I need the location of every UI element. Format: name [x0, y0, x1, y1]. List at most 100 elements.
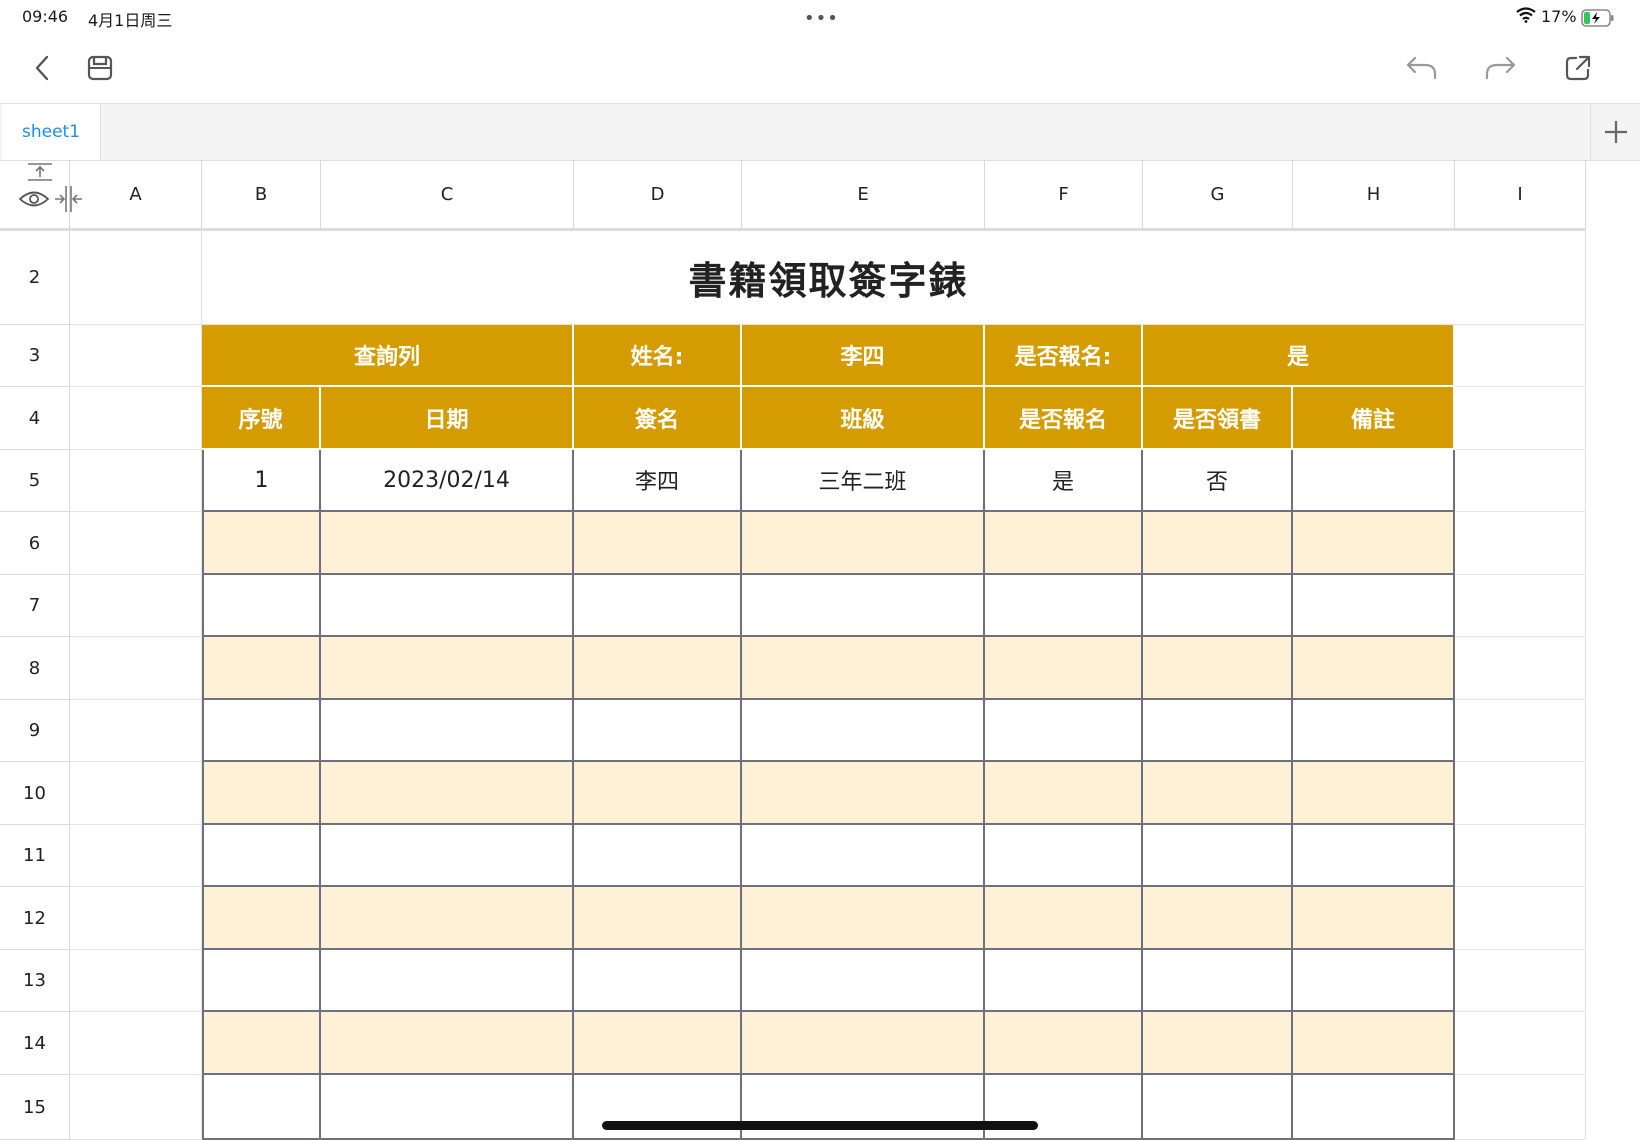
table-cell[interactable]	[321, 825, 574, 887]
empty-cell[interactable]	[1455, 231, 1586, 325]
redo-button[interactable]	[1480, 48, 1520, 88]
table-cell[interactable]	[321, 700, 574, 762]
table-cell[interactable]	[1143, 700, 1293, 762]
table-cell[interactable]: 2023/02/14	[321, 450, 574, 512]
table-cell[interactable]	[742, 700, 985, 762]
table-cell[interactable]	[742, 950, 985, 1012]
column-header-e[interactable]: E	[742, 160, 985, 228]
row-header[interactable]: 15	[0, 1075, 70, 1140]
tab-sheet1[interactable]: sheet1	[2, 104, 101, 160]
table-cell[interactable]	[1293, 950, 1455, 1012]
table-cell[interactable]	[742, 1012, 985, 1075]
row-header[interactable]: 12	[0, 887, 70, 950]
empty-cell[interactable]	[70, 825, 202, 887]
table-cell[interactable]	[1143, 1012, 1293, 1075]
table-cell[interactable]	[742, 825, 985, 887]
table-header-cell[interactable]: 簽名	[574, 387, 742, 450]
row-header[interactable]: 8	[0, 637, 70, 700]
row-header[interactable]: 7	[0, 575, 70, 637]
table-cell[interactable]	[1293, 762, 1455, 825]
registered-label-cell[interactable]: 是否報名:	[985, 325, 1143, 387]
row-header[interactable]: 14	[0, 1012, 70, 1075]
table-cell[interactable]	[742, 637, 985, 700]
table-cell[interactable]	[985, 825, 1143, 887]
table-cell[interactable]	[202, 887, 321, 950]
table-cell[interactable]	[321, 1075, 574, 1140]
table-cell[interactable]	[1143, 825, 1293, 887]
sheet-title[interactable]: 書籍領取簽字錶	[202, 231, 1455, 325]
table-cell[interactable]: 三年二班	[742, 450, 985, 512]
table-cell[interactable]	[574, 762, 742, 825]
empty-cell[interactable]	[1455, 950, 1586, 1012]
column-header-d[interactable]: D	[574, 160, 742, 228]
table-cell[interactable]	[321, 762, 574, 825]
eye-icon[interactable]	[18, 188, 50, 210]
table-cell[interactable]	[1293, 512, 1455, 575]
empty-cell[interactable]	[70, 325, 202, 387]
table-cell[interactable]	[1143, 1075, 1293, 1140]
table-cell[interactable]: 李四	[574, 450, 742, 512]
column-header-c[interactable]: C	[321, 160, 574, 228]
column-header-a[interactable]: A	[70, 160, 202, 228]
column-header-h[interactable]: H	[1293, 160, 1455, 228]
empty-cell[interactable]	[70, 950, 202, 1012]
empty-cell[interactable]	[70, 450, 202, 512]
table-cell[interactable]	[321, 512, 574, 575]
table-cell[interactable]	[574, 575, 742, 637]
table-cell[interactable]: 1	[202, 450, 321, 512]
empty-cell[interactable]	[70, 762, 202, 825]
empty-cell[interactable]	[1455, 700, 1586, 762]
empty-cell[interactable]	[70, 637, 202, 700]
row-header[interactable]: 4	[0, 387, 70, 450]
name-label-cell[interactable]: 姓名:	[574, 325, 742, 387]
table-header-cell[interactable]: 是否報名	[985, 387, 1143, 450]
table-cell[interactable]	[574, 887, 742, 950]
table-cell[interactable]	[321, 887, 574, 950]
table-cell[interactable]	[742, 575, 985, 637]
empty-cell[interactable]	[1455, 325, 1586, 387]
column-header-f[interactable]: F	[985, 160, 1143, 228]
query-label-cell[interactable]: 查詢列	[202, 325, 574, 387]
empty-cell[interactable]	[1455, 450, 1586, 512]
empty-cell[interactable]	[70, 575, 202, 637]
empty-cell[interactable]	[70, 387, 202, 450]
column-header-i[interactable]: I	[1455, 160, 1586, 228]
table-cell[interactable]	[1293, 450, 1455, 512]
table-cell[interactable]	[742, 887, 985, 950]
freeze-rows-icon[interactable]	[26, 160, 54, 184]
empty-cell[interactable]	[70, 1012, 202, 1075]
table-cell[interactable]	[574, 950, 742, 1012]
table-cell[interactable]	[985, 762, 1143, 825]
table-cell[interactable]	[985, 1012, 1143, 1075]
row-header[interactable]: 6	[0, 512, 70, 575]
table-cell[interactable]: 否	[1143, 450, 1293, 512]
table-cell[interactable]	[321, 1012, 574, 1075]
table-cell[interactable]	[1293, 700, 1455, 762]
table-cell[interactable]	[1143, 887, 1293, 950]
table-cell[interactable]	[742, 512, 985, 575]
table-cell[interactable]	[985, 700, 1143, 762]
table-cell[interactable]	[1293, 1012, 1455, 1075]
column-header-b[interactable]: B	[202, 160, 321, 228]
home-indicator[interactable]	[602, 1121, 1038, 1130]
table-cell[interactable]: 是	[985, 450, 1143, 512]
row-header[interactable]: 2	[0, 231, 70, 325]
undo-button[interactable]	[1402, 48, 1442, 88]
select-all-corner[interactable]	[0, 160, 82, 228]
empty-cell[interactable]	[1455, 762, 1586, 825]
table-cell[interactable]	[574, 1012, 742, 1075]
row-header[interactable]: 10	[0, 762, 70, 825]
table-cell[interactable]	[202, 1012, 321, 1075]
table-header-cell[interactable]: 是否領書	[1143, 387, 1293, 450]
table-cell[interactable]	[202, 512, 321, 575]
table-cell[interactable]	[1143, 950, 1293, 1012]
empty-cell[interactable]	[70, 1075, 202, 1140]
name-value-cell[interactable]: 李四	[742, 325, 985, 387]
table-header-cell[interactable]: 日期	[321, 387, 574, 450]
table-cell[interactable]	[1293, 575, 1455, 637]
share-button[interactable]	[1558, 48, 1598, 88]
table-cell[interactable]	[1293, 825, 1455, 887]
table-header-cell[interactable]: 班級	[742, 387, 985, 450]
table-cell[interactable]	[574, 1075, 742, 1140]
table-cell[interactable]	[1143, 637, 1293, 700]
